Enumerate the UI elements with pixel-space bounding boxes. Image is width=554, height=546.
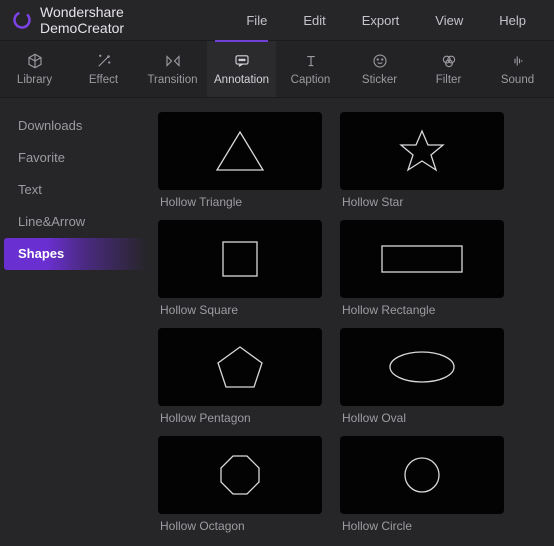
tab-label: Transition bbox=[147, 74, 197, 86]
shape-thumb[interactable] bbox=[158, 220, 322, 298]
annotation-icon bbox=[233, 52, 251, 70]
filter-icon bbox=[440, 52, 458, 70]
sticker-icon bbox=[371, 52, 389, 70]
shape-thumb[interactable] bbox=[340, 328, 504, 406]
shape-thumb[interactable] bbox=[158, 112, 322, 190]
shape-card-star: Hollow Star bbox=[340, 112, 504, 216]
toolbar: Library Effect Transition Annotation Cap… bbox=[0, 40, 554, 98]
shape-label: Hollow Star bbox=[340, 195, 504, 209]
menu-edit[interactable]: Edit bbox=[287, 7, 341, 34]
app-title: Wondershare DemoCreator bbox=[40, 4, 202, 36]
shape-label: Hollow Rectangle bbox=[340, 303, 504, 317]
tab-label: Sticker bbox=[362, 74, 397, 86]
sidebar-item-downloads[interactable]: Downloads bbox=[0, 110, 148, 142]
sound-icon bbox=[509, 52, 527, 70]
star-icon bbox=[397, 127, 447, 175]
shape-card-rectangle: Hollow Rectangle bbox=[340, 220, 504, 324]
octagon-icon bbox=[216, 451, 264, 499]
shape-gallery: Hollow Triangle Hollow Star Hollow Squar… bbox=[148, 98, 554, 546]
sidebar-item-text[interactable]: Text bbox=[0, 174, 148, 206]
menu-view[interactable]: View bbox=[419, 7, 479, 34]
main-menu: File Edit Export View Help bbox=[230, 7, 542, 34]
menu-export[interactable]: Export bbox=[346, 7, 416, 34]
tab-sound[interactable]: Sound bbox=[483, 41, 552, 97]
shape-label: Hollow Octagon bbox=[158, 519, 322, 533]
tab-label: Effect bbox=[89, 74, 118, 86]
shape-card-square: Hollow Square bbox=[158, 220, 322, 324]
rectangle-icon bbox=[377, 241, 467, 277]
sidebar-item-shapes[interactable]: Shapes bbox=[4, 238, 148, 270]
title-bar: Wondershare DemoCreator File Edit Export… bbox=[0, 0, 554, 40]
tab-label: Annotation bbox=[214, 74, 269, 86]
circle-icon bbox=[400, 453, 444, 497]
tab-library[interactable]: Library bbox=[0, 41, 69, 97]
shape-thumb[interactable] bbox=[158, 328, 322, 406]
tab-label: Caption bbox=[291, 74, 331, 86]
shape-label: Hollow Square bbox=[158, 303, 322, 317]
shape-label: Hollow Triangle bbox=[158, 195, 322, 209]
shape-card-octagon: Hollow Octagon bbox=[158, 436, 322, 540]
shape-card-oval: Hollow Oval bbox=[340, 328, 504, 432]
tab-label: Sound bbox=[501, 74, 534, 86]
square-icon bbox=[218, 237, 262, 281]
tab-label: Library bbox=[17, 74, 52, 86]
tab-filter[interactable]: Filter bbox=[414, 41, 483, 97]
transition-icon bbox=[164, 52, 182, 70]
tab-annotation[interactable]: Annotation bbox=[207, 41, 276, 97]
app-logo-icon bbox=[12, 10, 32, 30]
pentagon-icon bbox=[214, 343, 266, 391]
shape-thumb[interactable] bbox=[340, 436, 504, 514]
shape-thumb[interactable] bbox=[158, 436, 322, 514]
shape-thumb[interactable] bbox=[340, 220, 504, 298]
shape-label: Hollow Oval bbox=[340, 411, 504, 425]
tab-effect[interactable]: Effect bbox=[69, 41, 138, 97]
menu-file[interactable]: File bbox=[230, 7, 283, 34]
shape-card-pentagon: Hollow Pentagon bbox=[158, 328, 322, 432]
menu-help[interactable]: Help bbox=[483, 7, 542, 34]
caption-icon bbox=[302, 52, 320, 70]
oval-icon bbox=[385, 347, 459, 387]
tab-sticker[interactable]: Sticker bbox=[345, 41, 414, 97]
wand-icon bbox=[95, 52, 113, 70]
shape-card-triangle: Hollow Triangle bbox=[158, 112, 322, 216]
sidebar-item-line-arrow[interactable]: Line&Arrow bbox=[0, 206, 148, 238]
shape-card-circle: Hollow Circle bbox=[340, 436, 504, 540]
shape-label: Hollow Pentagon bbox=[158, 411, 322, 425]
sidebar: Downloads Favorite Text Line&Arrow Shape… bbox=[0, 98, 148, 546]
tab-label: Filter bbox=[436, 74, 462, 86]
tab-caption[interactable]: Caption bbox=[276, 41, 345, 97]
tab-transition[interactable]: Transition bbox=[138, 41, 207, 97]
sidebar-item-favorite[interactable]: Favorite bbox=[0, 142, 148, 174]
cube-icon bbox=[26, 52, 44, 70]
shape-thumb[interactable] bbox=[340, 112, 504, 190]
shape-label: Hollow Circle bbox=[340, 519, 504, 533]
triangle-icon bbox=[212, 127, 268, 175]
